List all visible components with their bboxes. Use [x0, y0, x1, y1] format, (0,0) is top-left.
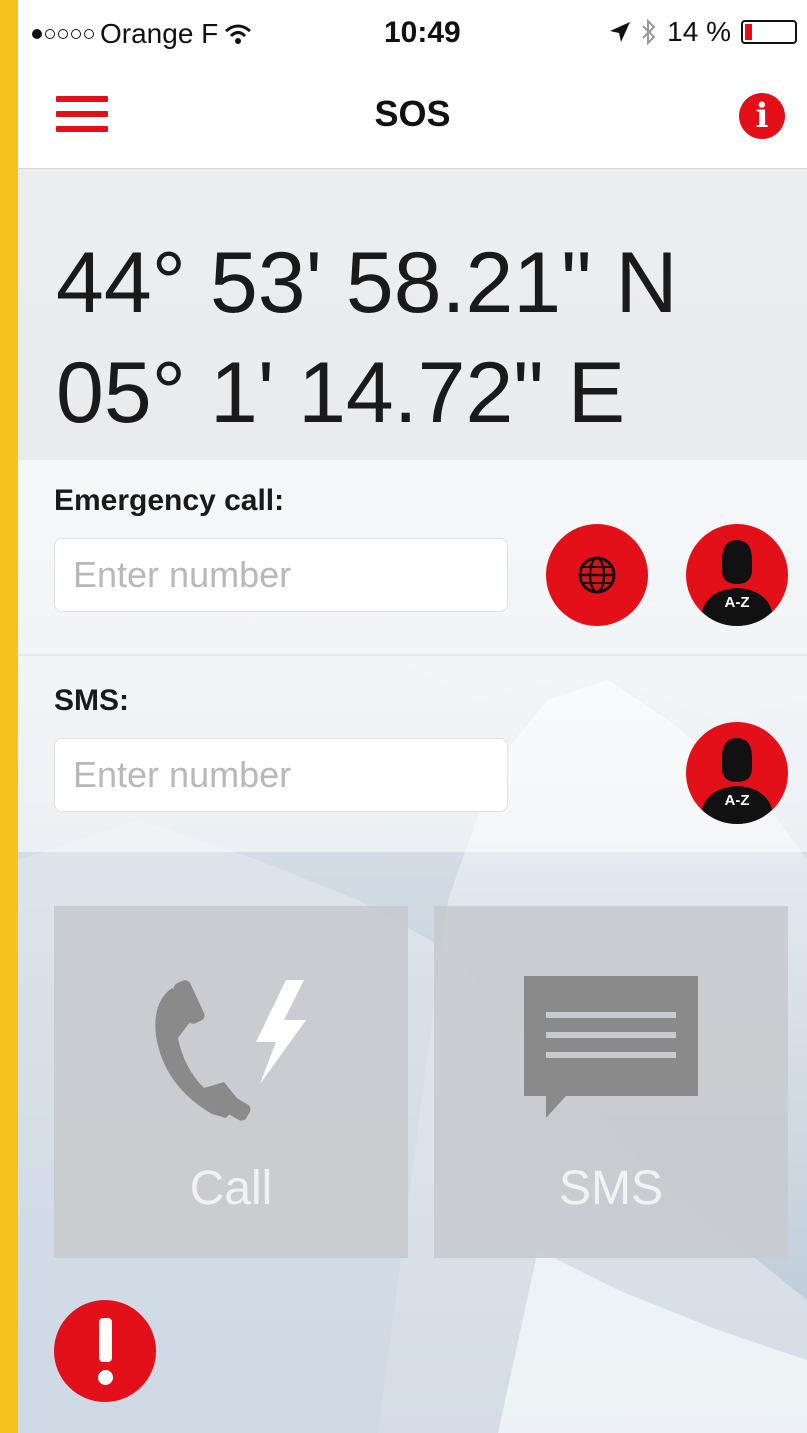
emergency-phone-icon [155, 980, 306, 1121]
message-bubble-icon [524, 976, 698, 1118]
page-title: SOS [374, 93, 451, 134]
emergency-call-section: Emergency call: A-Z [18, 460, 807, 654]
info-icon[interactable]: i [739, 93, 785, 139]
status-right: 14 % [609, 16, 797, 48]
emergency-number-input[interactable] [54, 538, 508, 612]
wifi-icon [225, 24, 252, 44]
sms-number-input[interactable] [54, 738, 508, 812]
country-globe-button[interactable] [546, 524, 648, 626]
sms-contacts-button[interactable]: A-Z [686, 722, 788, 824]
app-screen: Orange F 10:49 14 % SOS i 44° 53' 58.21"… [18, 0, 807, 1433]
gps-coordinates: 44° 53' 58.21" N 05° 1' 14.72" E [56, 228, 678, 448]
bluetooth-icon [642, 18, 656, 46]
contacts-az-badge: A-Z [724, 594, 750, 611]
battery-icon [741, 20, 797, 44]
sms-section: SMS: A-Z [18, 656, 807, 852]
call-label: Call [189, 1162, 273, 1215]
emergency-contacts-button[interactable]: A-Z [686, 524, 788, 626]
emergency-call-label: Emergency call: [54, 484, 285, 517]
sms-button[interactable]: SMS [434, 906, 788, 1258]
globe-icon [578, 556, 616, 594]
status-bar: Orange F 10:49 14 % [18, 0, 807, 68]
longitude-value: 05° 1' 14.72" E [56, 345, 626, 441]
sms-action-label: SMS [558, 1162, 663, 1215]
status-time: 10:49 [384, 16, 461, 49]
carrier-signal: Orange F [32, 18, 252, 50]
location-arrow-icon [610, 22, 631, 42]
carrier-name: Orange F [100, 18, 219, 49]
sms-label: SMS: [54, 684, 129, 717]
navigation-bar: SOS i [18, 68, 807, 169]
battery-percent: 14 % [667, 16, 731, 47]
latitude-value: 44° 53' 58.21" N [56, 235, 678, 331]
exclamation-icon[interactable] [54, 1300, 156, 1402]
call-button[interactable]: Call [54, 906, 408, 1258]
contacts-az-badge: A-Z [724, 792, 750, 809]
signal-strength-icon [32, 29, 94, 39]
